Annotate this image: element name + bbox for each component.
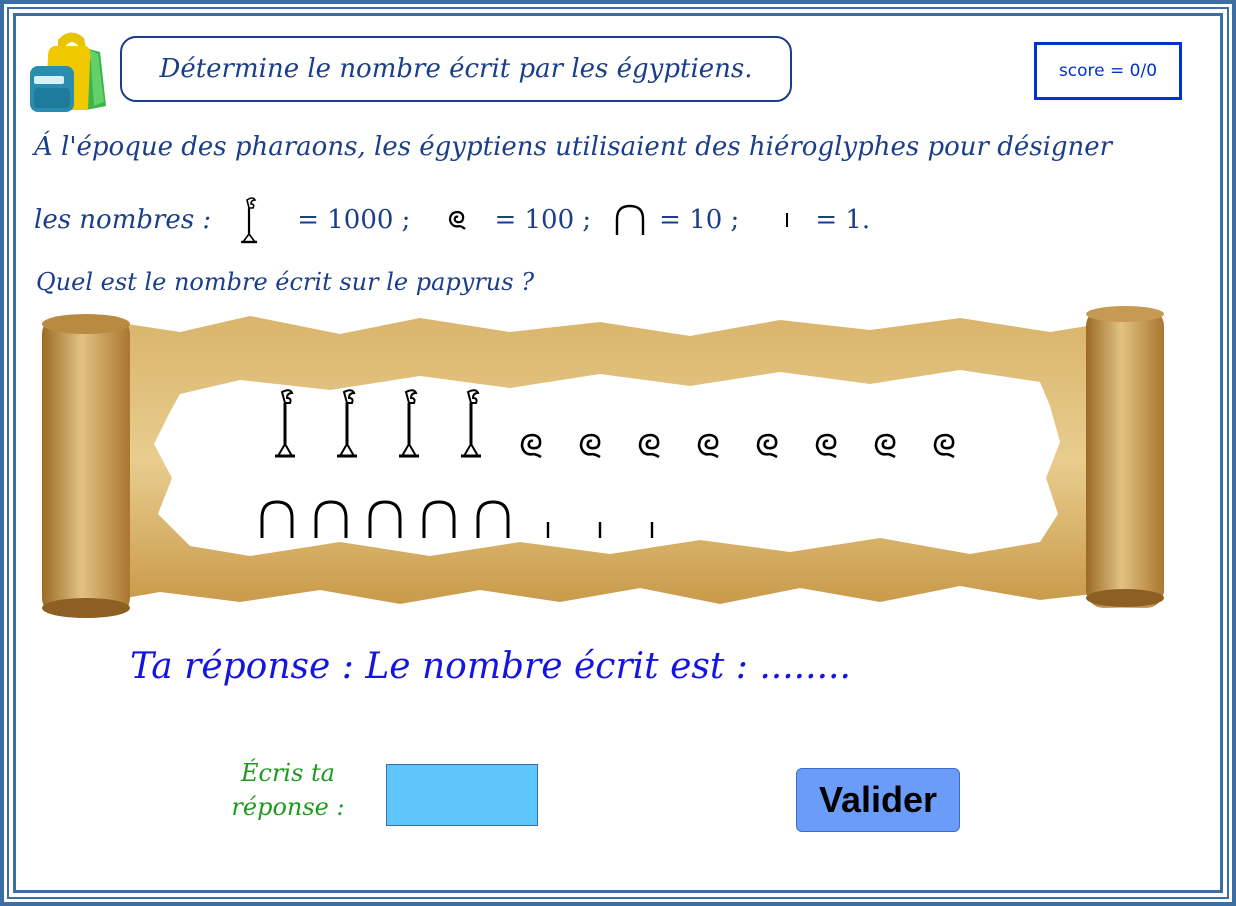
eq-10: = 10 ; (659, 205, 740, 235)
hundred-hieroglyph-icon (579, 433, 601, 459)
one-glyph-icon (786, 213, 789, 227)
hundred-hieroglyph-icon (638, 433, 660, 459)
ten-hieroglyph-icon (476, 500, 510, 538)
ten-hieroglyph-icon (422, 500, 456, 538)
ten-hieroglyph-icon (314, 500, 348, 538)
hundred-hieroglyph-icon (933, 433, 955, 459)
hundred-hieroglyph-icon (815, 433, 837, 459)
score-box: score = 0/0 (1034, 42, 1182, 100)
eq-1: = 1. (815, 205, 871, 235)
question: Quel est le nombre écrit sur le papyrus … (36, 268, 535, 296)
eq-100: = 100 ; (494, 205, 592, 235)
thousand-hieroglyph-icon (461, 389, 481, 458)
intro-line-1: Á l'époque des pharaons, les égyptiens u… (34, 132, 1113, 162)
backpack-icon (30, 32, 106, 112)
answer-input[interactable] (386, 764, 538, 826)
hieroglyph-row-thousands-hundreds (270, 388, 990, 460)
hieroglyph-row-tens-units (258, 498, 700, 540)
thousand-hieroglyph-icon (337, 389, 357, 458)
instruction-text: Détermine le nombre écrit par les égypti… (159, 54, 753, 84)
hundred-hieroglyph-icon (874, 433, 896, 459)
answer-line: Ta réponse : Le nombre écrit est : .....… (130, 646, 851, 687)
thousand-glyph-icon (241, 197, 258, 244)
ten-glyph-icon (615, 204, 645, 235)
validate-button[interactable]: Valider (796, 768, 960, 832)
hundred-hieroglyph-icon (697, 433, 719, 459)
numbers-label: les nombres : (34, 205, 212, 235)
one-hieroglyph-icon (650, 522, 654, 538)
input-label: Écris ta réponse : (231, 759, 345, 821)
hundred-hieroglyph-icon (520, 433, 542, 459)
eq-1000: = 1000 ; (297, 205, 411, 235)
score-text: score = 0/0 (1058, 61, 1158, 81)
ten-hieroglyph-icon (368, 500, 402, 538)
ten-hieroglyph-icon (260, 500, 294, 538)
intro-line-2: les nombres : = 1000 ; = 100 ; = 10 ; = … (34, 196, 870, 244)
papyrus-scroll (42, 306, 1164, 618)
one-hieroglyph-icon (598, 522, 602, 538)
hundred-hieroglyph-icon (756, 433, 778, 459)
thousand-hieroglyph-icon (275, 389, 295, 458)
hundred-glyph-icon (449, 210, 467, 230)
one-hieroglyph-icon (546, 522, 550, 538)
thousand-hieroglyph-icon (399, 389, 419, 458)
instruction-box: Détermine le nombre écrit par les égypti… (120, 36, 792, 102)
